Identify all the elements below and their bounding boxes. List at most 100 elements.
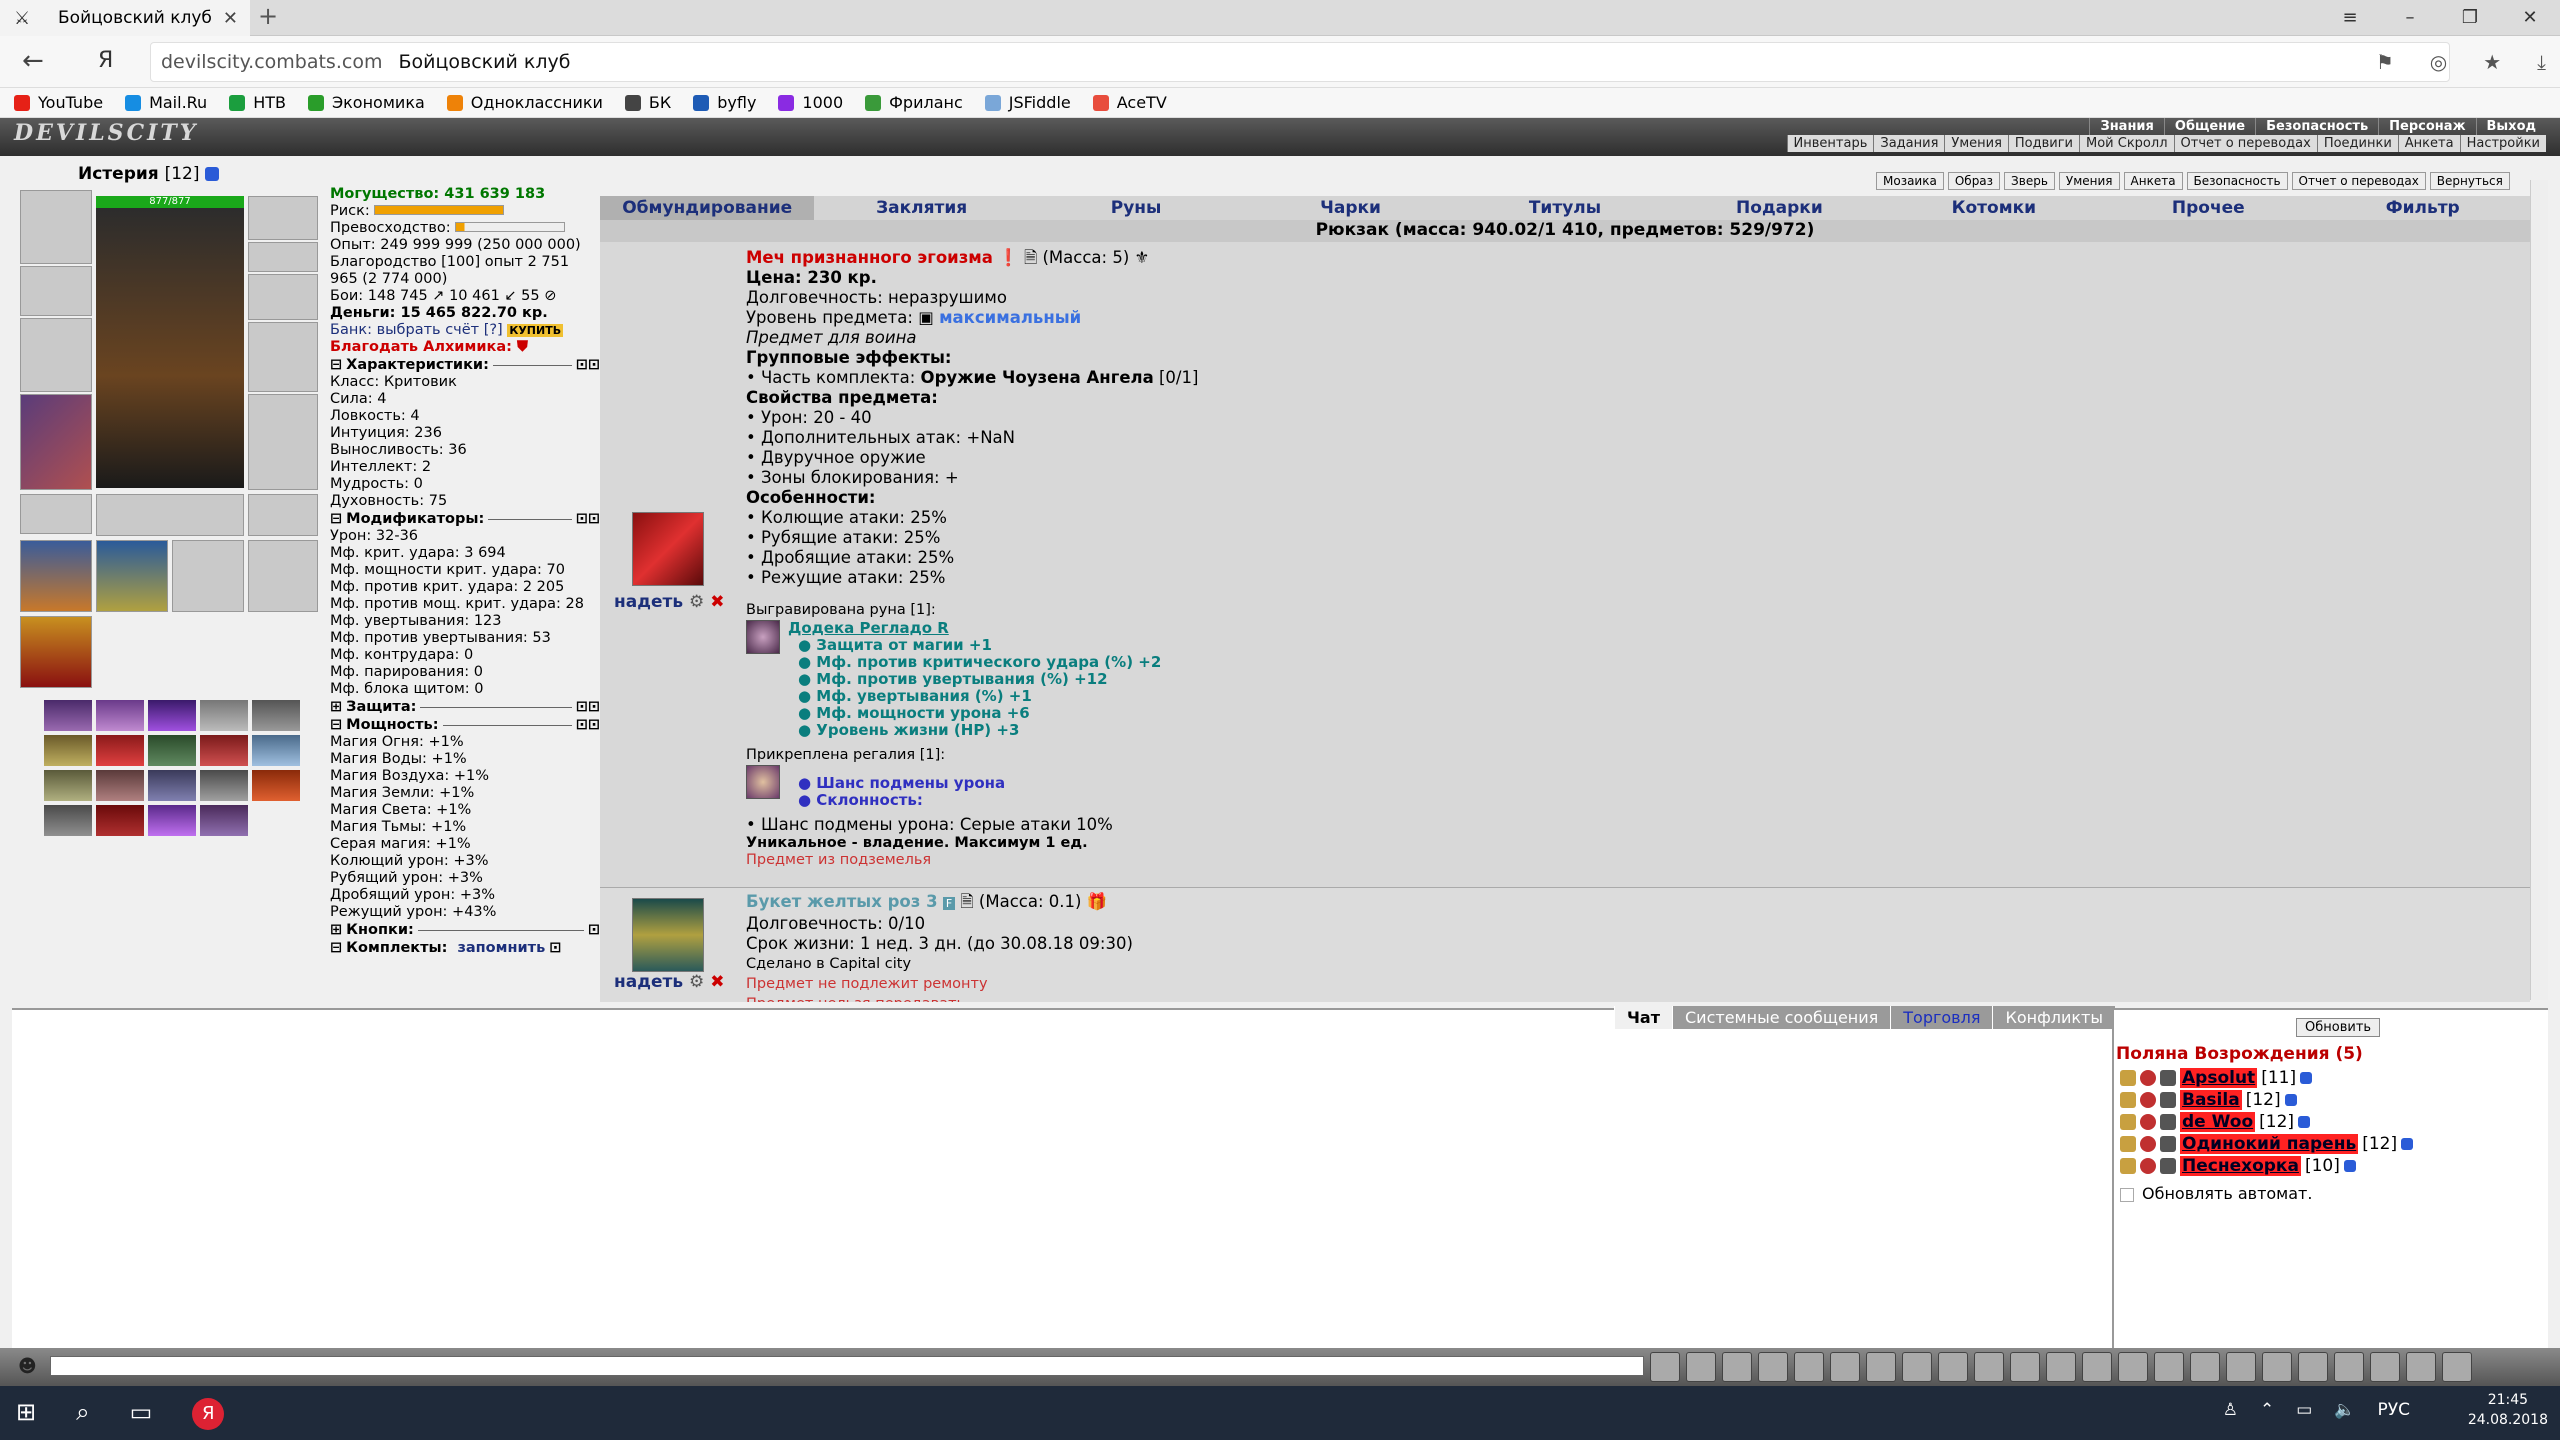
quick-slot[interactable] [148,770,196,801]
quick-slot[interactable] [44,770,92,801]
category-tab[interactable]: Чарки [1243,196,1457,220]
autorefresh-checkbox[interactable] [2120,1187,2134,1202]
expand-icon[interactable]: ⊞ [330,922,342,939]
quick-slot[interactable] [148,805,196,836]
nav-button[interactable]: Безопасность [2186,172,2288,190]
network-icon[interactable]: ▭ [2296,1400,2312,1420]
top-menu-item[interactable]: Персонаж [2378,118,2475,135]
sub-menu-item[interactable]: Мой Скролл [2079,135,2174,152]
category-tab[interactable]: Титулы [1458,196,1672,220]
amulet-slot[interactable] [248,242,318,272]
trans-icon[interactable] [1974,1352,2004,1382]
potion-icon[interactable] [2082,1352,2112,1382]
bag-slot-3[interactable] [172,540,244,612]
eraser-icon[interactable] [1686,1352,1716,1382]
rings-slot[interactable] [96,494,244,536]
collapse-icon[interactable]: ⊟ [330,357,342,374]
arrows-icon[interactable]: ⊡⊡ [576,717,600,734]
info-icon[interactable] [2298,1116,2311,1128]
yandex-browser-icon[interactable]: Я [192,1398,225,1430]
arrows-icon[interactable]: ⊡ [549,940,561,957]
chat-input[interactable] [50,1356,1644,1376]
sub-menu-item[interactable]: Поединки [2316,135,2398,152]
quick-slot[interactable] [200,735,248,766]
gloves-slot[interactable] [248,274,318,320]
arrows-icon[interactable]: ⊡⊡ [576,357,600,374]
player-link[interactable]: Apsolut [2180,1068,2258,1088]
heart-icon[interactable] [2226,1352,2256,1382]
keyboard-icon[interactable] [1938,1352,1968,1382]
set-header[interactable]: ⊟ Комплекты: запомнить ⊡ [330,940,600,957]
clock[interactable]: 21:45 24.08.2018 [2468,1390,2548,1430]
rune-icon[interactable] [746,620,780,654]
info-icon[interactable] [2300,1072,2313,1084]
autorefresh-row[interactable]: Обновлять автомат. [2120,1184,2312,1203]
char-header[interactable]: ⊟ Характеристики: ⊡⊡ [330,357,600,374]
gear-icon[interactable]: ⚙ [689,592,704,612]
bookmark-item[interactable]: БК [624,93,671,112]
mail-icon[interactable] [2298,1352,2328,1382]
quick-slot[interactable] [148,735,196,766]
shield-slot[interactable] [248,322,318,392]
player-link[interactable]: Песнехорка [2180,1156,2301,1176]
yandex-button[interactable]: Я [98,48,113,73]
collapse-icon[interactable]: ⊟ [330,940,342,957]
category-tab[interactable]: Заклятия [814,196,1028,220]
quick-slot[interactable] [96,805,144,836]
refresh-button[interactable]: Обновить [2296,1018,2381,1037]
chat-tab[interactable]: Системные сообщения [1672,1006,1891,1029]
magic-icon[interactable] [2046,1352,2076,1382]
private-icon[interactable] [2120,1092,2136,1108]
bag-slot-4[interactable] [248,540,318,612]
avatar[interactable] [96,208,244,488]
download-icon[interactable]: ⤓ [2537,50,2546,74]
quick-slot[interactable] [252,770,300,801]
info-icon[interactable] [2284,1094,2297,1106]
bag-slot-1[interactable] [20,540,92,612]
bookmark-item[interactable]: НТВ [229,93,286,112]
emoji-icon[interactable] [1902,1352,1932,1382]
sub-menu-item[interactable]: Умения [1944,135,2008,152]
sub-menu-item[interactable]: Инвентарь [1786,135,1874,152]
quick-slot[interactable] [44,805,92,836]
bookmark-item[interactable]: Одноклассники [446,93,603,112]
put-on-link[interactable]: надеть ⚙ ✖ [614,972,724,992]
scroll-icon[interactable] [2154,1352,2184,1382]
item-name[interactable]: Букет желтых роз 3 [746,892,938,911]
browser-tab[interactable]: ⚔ Бойцовский клуб ✕ [0,0,250,36]
pet-slot[interactable] [20,616,92,688]
task-view-icon[interactable]: ▭ [130,1398,153,1430]
scrollbar[interactable] [2530,180,2548,1000]
close-tab-icon[interactable]: ✕ [223,8,238,29]
remember-link[interactable]: запомнить [457,940,545,957]
play-icon[interactable] [2406,1352,2436,1382]
star-icon[interactable]: ★ [2483,50,2501,74]
smiley-icon[interactable]: ☻ [18,1356,37,1377]
bookmark-item[interactable]: Экономика [307,93,425,112]
sword-image[interactable] [632,512,704,586]
def-header[interactable]: ⊞ Защита: ⊡⊡ [330,699,600,716]
mod-header[interactable]: ⊟ Модификаторы: ⊡⊡ [330,511,600,528]
regalia-icon[interactable] [746,765,780,799]
user-icon[interactable]: ♙ [2223,1400,2238,1420]
arrows-icon[interactable]: ⊡⊡ [576,699,600,716]
belt-slot[interactable] [20,494,92,534]
quick-slot[interactable] [252,700,300,731]
bookmark-item[interactable]: JSFiddle [984,93,1071,112]
legs-slot[interactable] [248,394,318,490]
quick-slot[interactable] [148,700,196,731]
nav-button[interactable]: Анкета [2123,172,2183,190]
windows-icon[interactable]: ⊞ [16,1398,36,1430]
arrows-icon[interactable]: ⊡ [588,922,600,939]
sound-icon[interactable] [1866,1352,1896,1382]
helmet-slot[interactable] [20,190,92,264]
new-tab-icon[interactable]: + [258,2,278,30]
category-tab[interactable]: Руны [1029,196,1243,220]
info-icon[interactable] [2401,1138,2414,1150]
quick-slot[interactable] [200,700,248,731]
pet-icon[interactable] [2262,1352,2292,1382]
chat-tab[interactable]: Конфликты [1992,1006,2115,1029]
nav-button[interactable]: Зверь [2004,172,2055,190]
quick-slot[interactable] [96,735,144,766]
quest-icon[interactable] [2010,1352,2040,1382]
